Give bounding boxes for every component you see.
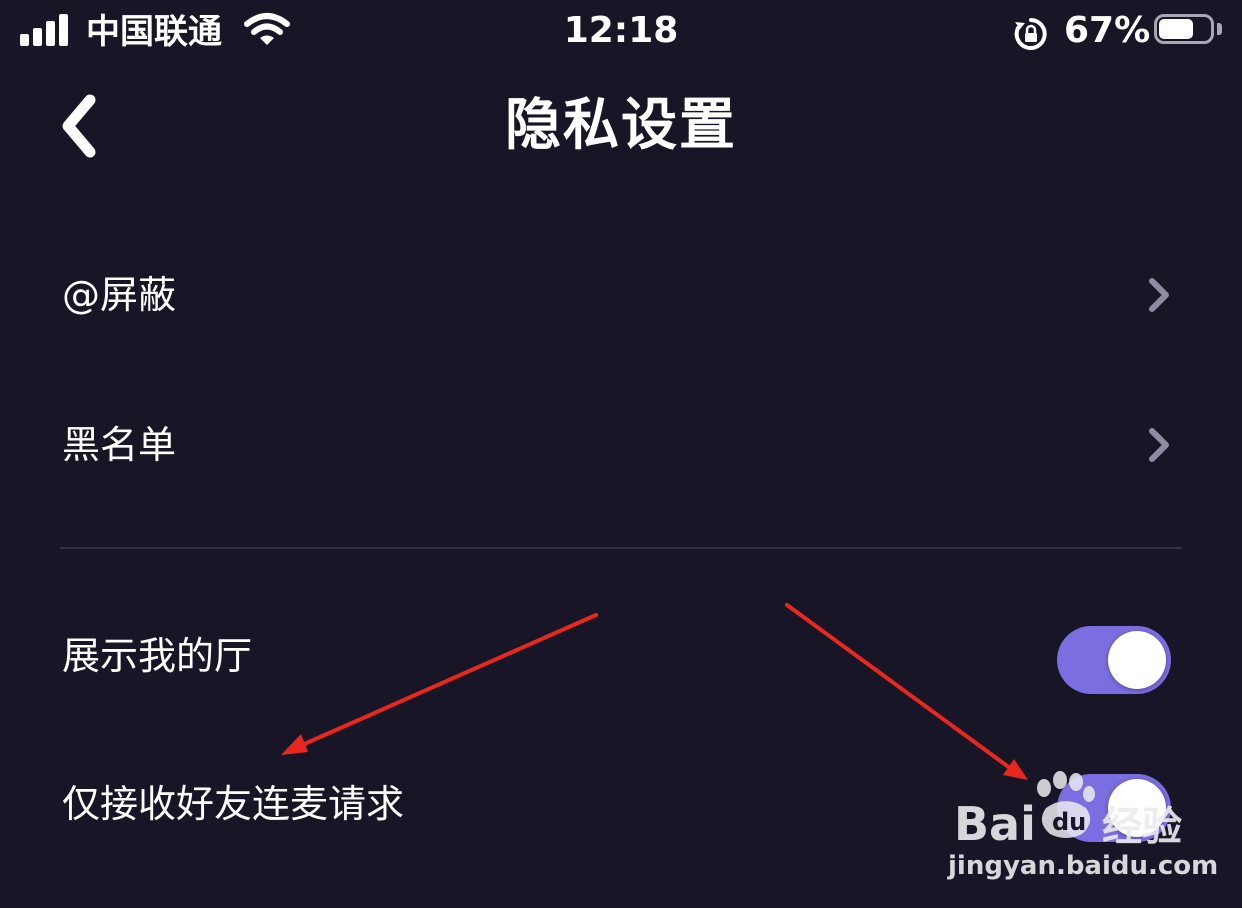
signal-icon	[20, 14, 72, 46]
wifi-icon	[244, 12, 290, 48]
svg-text:du: du	[1052, 808, 1086, 836]
status-time: 12:18	[563, 10, 679, 51]
battery-percent: 67%	[1064, 10, 1151, 51]
page-title: 隐私设置	[505, 93, 737, 158]
rotation-lock-icon	[1013, 16, 1049, 52]
row-label: @屏蔽	[62, 273, 177, 317]
show-my-hall-toggle[interactable]	[1057, 626, 1171, 694]
settings-row-blacklist[interactable]: 黑名单	[0, 385, 1242, 505]
row-label: 仅接收好友连麦请求	[62, 782, 405, 826]
chevron-right-icon	[1149, 278, 1169, 312]
chevron-right-icon	[1149, 428, 1169, 462]
settings-row-mention-block[interactable]: @屏蔽	[0, 235, 1242, 355]
battery-icon	[1154, 14, 1226, 50]
back-button[interactable]	[50, 88, 114, 164]
section-divider	[60, 547, 1182, 549]
status-bar: 中国联通 12:18 67%	[0, 0, 1242, 64]
battery-level-fill	[1159, 19, 1193, 39]
chevron-left-icon	[62, 94, 96, 158]
svg-text:经验: 经验	[1102, 804, 1182, 850]
carrier-name: 中国联通	[86, 12, 222, 52]
watermark-url: jingyan.baidu.com	[948, 851, 1219, 881]
row-label: 展示我的厅	[62, 634, 253, 678]
row-label: 黑名单	[62, 423, 177, 467]
svg-text:Bai: Bai	[954, 797, 1036, 850]
baidu-jingyan-logo: Bai du 经验	[954, 771, 1182, 850]
settings-row-show-my-hall: 展示我的厅	[0, 596, 1242, 716]
toggle-knob	[1108, 631, 1166, 689]
